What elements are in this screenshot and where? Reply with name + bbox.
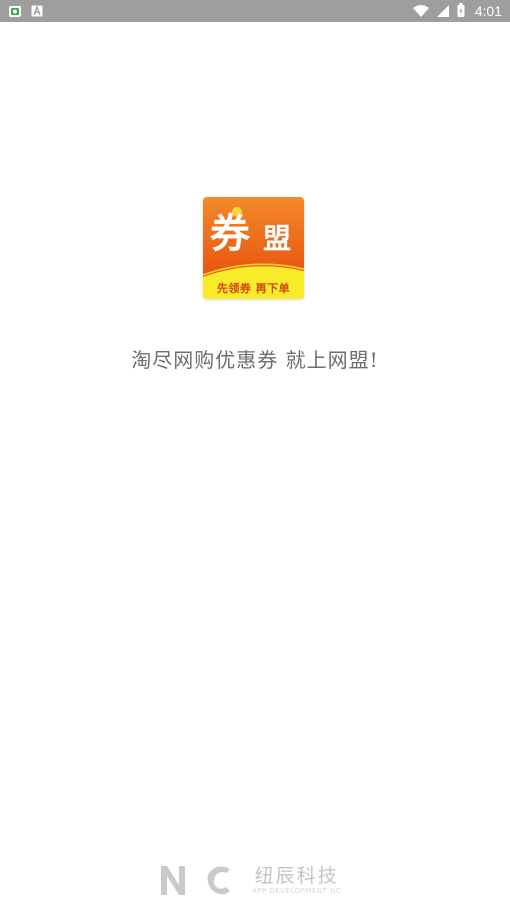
- font-app-icon: [30, 4, 44, 18]
- company-logo-mark: [161, 866, 230, 895]
- logo-secondary-char: 盟: [263, 222, 292, 255]
- status-bar: 4:01: [0, 0, 510, 22]
- status-bar-right: 4:01: [412, 2, 502, 21]
- logo-slogan-strip: 先领券 再下单: [203, 277, 304, 299]
- status-bar-left: [8, 4, 44, 18]
- status-time: 4:01: [474, 3, 502, 19]
- battery-icon: [457, 2, 465, 21]
- logo-slogan: 先领券 再下单: [216, 282, 291, 295]
- footer-text: 纽辰科技 APP DEVELOPMENT NC: [252, 865, 341, 896]
- app-logo: 券 盟 先领券 再下单: [203, 197, 304, 299]
- app-notification-icon: [8, 4, 22, 18]
- wifi-icon: [412, 2, 429, 21]
- logo-main-char: 券: [210, 211, 250, 257]
- footer-brand-cn: 纽辰科技: [254, 864, 339, 887]
- cell-signal-icon: [436, 2, 449, 21]
- footer-brand-en: APP DEVELOPMENT NC: [252, 886, 342, 895]
- tagline: 淘尽网购优惠券 就上网盟!: [131, 348, 379, 372]
- footer-brand: 纽辰科技 APP DEVELOPMENT NC: [158, 862, 358, 898]
